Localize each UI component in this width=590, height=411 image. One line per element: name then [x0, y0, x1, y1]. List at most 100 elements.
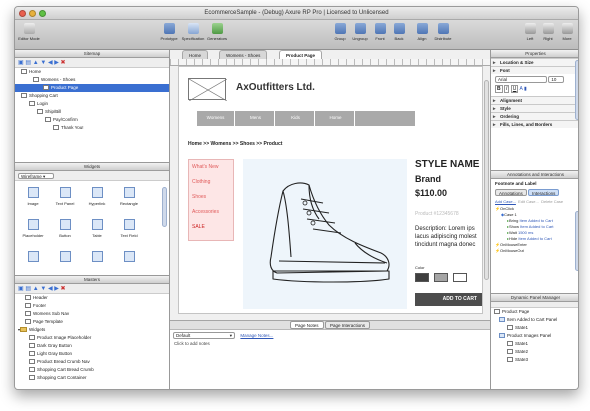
widget-placeholder[interactable]: Placeholder — [17, 219, 49, 238]
section-location-size[interactable]: Location & Size — [491, 58, 578, 67]
design-canvas[interactable]: AxOutfitters Ltd. Womens Mens Kids Home … — [178, 66, 483, 314]
font-size-select[interactable]: 10 — [548, 76, 565, 83]
add-page-icon[interactable]: ▣ — [18, 60, 24, 66]
master-folder[interactable]: ▾ Widgets — [15, 326, 169, 334]
logo-placeholder[interactable] — [188, 78, 228, 102]
dp-state[interactable]: State1 — [491, 340, 578, 348]
swatch-gray[interactable] — [434, 273, 448, 282]
side-nav-item-sale[interactable]: SALE — [189, 220, 233, 235]
zoom-button[interactable] — [39, 10, 46, 17]
delete-icon[interactable]: ✖ — [61, 286, 66, 292]
dp-panel[interactable]: Product Images Panel — [491, 332, 578, 340]
add-to-cart-button[interactable]: ADD TO CART — [415, 293, 482, 306]
back-button[interactable]: Back — [387, 23, 411, 41]
widget-row3-c[interactable] — [81, 251, 113, 265]
section-fills[interactable]: Fills, Lines, and Borders — [491, 120, 578, 129]
side-nav-item[interactable]: What's New — [189, 160, 233, 175]
move-down-icon[interactable]: ▼ — [40, 286, 46, 292]
outdent-icon[interactable]: ◀ — [48, 60, 53, 66]
dp-state[interactable]: State2 — [491, 348, 578, 356]
master-item[interactable]: Header — [15, 294, 169, 302]
delete-case-link[interactable]: Delete Case — [541, 199, 563, 204]
nav-mens[interactable]: Mens — [237, 111, 275, 126]
nav-home[interactable]: Home — [317, 111, 355, 126]
prototype-button[interactable]: Prototype — [157, 23, 181, 41]
font-color-icon[interactable]: A — [520, 86, 523, 92]
dp-panel[interactable]: Item Added to Cart Panel — [491, 316, 578, 324]
tab-home[interactable]: Home — [182, 50, 209, 59]
manage-notes-link[interactable]: Manage Notes... — [240, 333, 273, 338]
nav-womens[interactable]: Womens — [197, 111, 235, 126]
notes-textarea[interactable]: Click to add notes — [170, 340, 490, 347]
add-case-link[interactable]: Add Case... — [495, 199, 516, 204]
master-item[interactable]: Dark Gray Button — [15, 342, 169, 350]
dp-state[interactable]: State3 — [491, 356, 578, 364]
section-font[interactable]: Font — [491, 66, 578, 75]
interactions-scrollbar[interactable] — [575, 211, 578, 271]
editor-mode-button[interactable]: Editor Mode — [17, 23, 41, 41]
widget-row3-b[interactable] — [49, 251, 81, 265]
widget-hyperlink[interactable]: Hyperlink — [81, 187, 113, 206]
section-alignment[interactable]: Alignment — [491, 96, 578, 105]
master-item[interactable]: Shopping Cart Bread Crumb — [15, 366, 169, 374]
swatch-white[interactable] — [453, 273, 467, 282]
tab-page-interactions[interactable]: Page Interactions — [324, 321, 370, 329]
side-nav-item[interactable]: Clothing — [189, 175, 233, 190]
widget-row3-d[interactable] — [113, 251, 145, 265]
more-button[interactable]: More — [558, 23, 576, 41]
swatch-dark[interactable] — [415, 273, 429, 282]
widget-rectangle[interactable]: Rectangle — [113, 187, 145, 206]
move-down-icon[interactable]: ▼ — [40, 60, 46, 66]
master-item[interactable]: Footer — [15, 302, 169, 310]
nav-kids[interactable]: Kids — [277, 111, 315, 126]
highlight-icon[interactable]: ▮ — [524, 86, 527, 92]
dp-page[interactable]: Product Page — [491, 308, 578, 316]
minimize-button[interactable] — [29, 10, 36, 17]
master-item[interactable]: Shopping Cart Container — [15, 374, 169, 382]
tab-product-page[interactable]: Product Page — [279, 50, 323, 59]
sitemap-item-login[interactable]: Login — [15, 100, 169, 108]
sitemap-item-pay-confirm[interactable]: Pay/Confirm — [15, 116, 169, 124]
widget-button[interactable]: Button — [49, 219, 81, 238]
widgets-scrollbar[interactable] — [162, 187, 167, 227]
delete-icon[interactable]: ✖ — [61, 60, 66, 66]
widget-text-panel[interactable]: Text Panel — [49, 187, 81, 206]
italic-icon[interactable]: I — [504, 85, 510, 93]
specification-button[interactable]: Specification — [181, 23, 205, 41]
widget-table[interactable]: Table — [81, 219, 113, 238]
edit-case-link[interactable]: Edit Case... — [518, 199, 539, 204]
distribute-button[interactable]: Distribute — [431, 23, 455, 41]
outdent-icon[interactable]: ◀ — [48, 286, 53, 292]
widget-text-field[interactable]: Text Field — [113, 219, 145, 238]
add-master-icon[interactable]: ▣ — [18, 286, 24, 292]
product-image[interactable] — [243, 159, 407, 309]
master-item[interactable]: Light Gray Button — [15, 350, 169, 358]
move-up-icon[interactable]: ▲ — [33, 286, 39, 292]
widget-image[interactable]: Image — [17, 187, 49, 206]
indent-icon[interactable]: ▶ — [54, 286, 59, 292]
library-select[interactable]: Wireframe ▾ — [18, 173, 54, 179]
generators-button[interactable]: Generators — [205, 23, 229, 41]
bold-icon[interactable]: B — [495, 85, 503, 93]
close-button[interactable] — [19, 10, 26, 17]
sitemap-item-product-page[interactable]: Product Page — [15, 84, 169, 92]
font-family-select[interactable]: Arial — [495, 76, 547, 83]
master-item[interactable]: Product Image Placeholder — [15, 334, 169, 342]
tab-annotations[interactable]: Annotations — [495, 189, 527, 196]
tab-page-notes[interactable]: Page Notes — [290, 321, 324, 329]
side-nav-item[interactable]: Shoes — [189, 190, 233, 205]
properties-scrollbar[interactable] — [575, 60, 578, 120]
add-folder-icon[interactable]: ▤ — [25, 60, 31, 66]
widget-row3-a[interactable] — [17, 251, 49, 265]
left-button[interactable]: Left — [521, 23, 539, 41]
tab-womens-shoes[interactable]: Womens - Shoes — [219, 50, 268, 59]
sitemap-item-home[interactable]: Home — [15, 68, 169, 76]
add-folder-icon[interactable]: ▤ — [25, 286, 31, 292]
sitemap-item-ship-bill[interactable]: Ship/Bill — [15, 108, 169, 116]
master-item[interactable]: Womens Sub Nav — [15, 310, 169, 318]
indent-icon[interactable]: ▶ — [54, 60, 59, 66]
section-ordering[interactable]: Ordering — [491, 112, 578, 121]
sitemap-item-thank-you[interactable]: Thank You! — [15, 124, 169, 132]
tab-interactions[interactable]: Interactions — [528, 189, 560, 196]
underline-icon[interactable]: U — [510, 85, 519, 93]
